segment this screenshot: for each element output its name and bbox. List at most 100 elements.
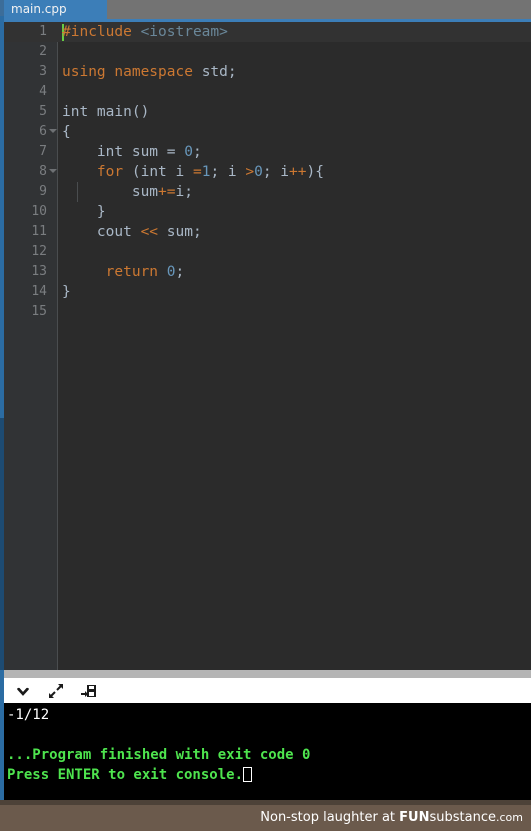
save-to-disk-icon[interactable] bbox=[80, 682, 98, 700]
code-line[interactable]: 6{ bbox=[4, 122, 531, 142]
code-line-text: cout << sum; bbox=[62, 222, 202, 242]
console-line: -1/12 bbox=[7, 705, 531, 725]
code-token: ; i bbox=[210, 164, 246, 180]
line-number: 14 bbox=[31, 284, 47, 299]
code-line[interactable]: 11 cout << sum; bbox=[4, 222, 531, 242]
line-number: 7 bbox=[39, 144, 47, 159]
code-token: ++ bbox=[289, 164, 307, 180]
panel-separator[interactable] bbox=[4, 670, 531, 678]
code-line-text: { bbox=[62, 122, 71, 142]
code-token: 0 bbox=[254, 164, 263, 180]
code-line-text: } bbox=[62, 202, 106, 222]
code-token: std; bbox=[192, 64, 237, 80]
line-number: 1 bbox=[39, 24, 47, 39]
code-line-text: sum+=i; bbox=[62, 182, 193, 202]
code-line-text: int sum = 0; bbox=[62, 142, 202, 162]
code-line[interactable]: 15 bbox=[4, 302, 531, 322]
code-token: (int i bbox=[123, 164, 193, 180]
code-line[interactable]: 14} bbox=[4, 282, 531, 302]
code-line[interactable]: 8 for (int i =1; i >0; i++){ bbox=[4, 162, 531, 182]
code-token: } bbox=[62, 284, 71, 300]
line-number: 12 bbox=[31, 244, 47, 259]
code-token: int main() bbox=[62, 104, 150, 120]
code-token: <iostream> bbox=[140, 24, 228, 40]
fold-arrow-icon[interactable] bbox=[49, 169, 57, 173]
code-line[interactable]: 4 bbox=[4, 82, 531, 102]
line-number: 15 bbox=[31, 304, 47, 319]
line-number: 5 bbox=[39, 104, 47, 119]
code-token: namespace bbox=[114, 64, 193, 80]
code-token: i; bbox=[175, 184, 193, 200]
watermark-banner: Non-stop laughter at FUNsubstance.com bbox=[0, 805, 531, 831]
line-number: 13 bbox=[31, 264, 47, 279]
console-toolbar bbox=[4, 678, 531, 703]
code-token: int sum = bbox=[62, 144, 185, 160]
code-token: = bbox=[192, 164, 202, 180]
code-token: > bbox=[245, 164, 255, 180]
code-token: return bbox=[105, 264, 159, 280]
ide-window: main.cpp 1 #include <iostream> 2 3 using nam… bbox=[0, 0, 531, 831]
code-line-text: int main() bbox=[62, 102, 149, 122]
code-line[interactable]: 13 return 0; bbox=[4, 262, 531, 282]
code-editor[interactable]: 1 #include <iostream> 2 3 using namespace st… bbox=[4, 19, 531, 670]
console-line: Press ENTER to exit console. bbox=[7, 765, 531, 785]
code-line[interactable]: 9 sum+=i; bbox=[4, 182, 531, 202]
code-token: ; i bbox=[262, 164, 290, 180]
code-token: << bbox=[140, 224, 159, 240]
code-lines: 1 #include <iostream> 2 3 using namespace st… bbox=[4, 22, 531, 322]
line-number: 9 bbox=[39, 184, 47, 199]
code-token: sum; bbox=[158, 224, 202, 240]
console-text: Press ENTER to exit console. bbox=[7, 767, 244, 783]
code-token: cout bbox=[62, 224, 141, 240]
code-token: } bbox=[62, 204, 106, 220]
code-line-text: return 0; bbox=[62, 262, 185, 282]
code-line[interactable]: 5 int main() bbox=[4, 102, 531, 122]
code-token: 0 bbox=[184, 144, 193, 160]
code-line[interactable]: 3 using namespace std; bbox=[4, 62, 531, 82]
console-line: ...Program finished with exit code 0 bbox=[7, 745, 531, 765]
code-token: ; bbox=[175, 264, 185, 280]
fold-arrow-icon[interactable] bbox=[49, 129, 57, 133]
line-number: 6 bbox=[39, 124, 47, 139]
watermark-suffix: .com bbox=[496, 811, 523, 824]
code-line[interactable]: 2 bbox=[4, 42, 531, 62]
expand-arrows-icon[interactable] bbox=[47, 682, 65, 700]
code-token: sum bbox=[62, 184, 159, 200]
code-line-text: } bbox=[62, 282, 71, 302]
code-line[interactable]: 10 } bbox=[4, 202, 531, 222]
line-number: 10 bbox=[31, 204, 47, 219]
code-line-text: #include <iostream> bbox=[62, 22, 228, 42]
console-output[interactable]: -1/12 ...Program finished with exit code … bbox=[4, 703, 531, 804]
watermark-brand-bold: FUN bbox=[399, 810, 430, 825]
watermark-prefix: Non-stop laughter at bbox=[260, 810, 400, 825]
code-token: using bbox=[62, 64, 106, 80]
code-token: 0 bbox=[166, 264, 176, 280]
code-token: ){ bbox=[306, 164, 324, 180]
line-number: 8 bbox=[39, 164, 47, 179]
line-number: 3 bbox=[39, 64, 47, 79]
code-token: #include bbox=[62, 24, 132, 40]
line-number: 2 bbox=[39, 44, 47, 59]
chevron-down-icon[interactable] bbox=[14, 682, 32, 700]
console-cursor bbox=[243, 767, 253, 782]
line-number: 4 bbox=[39, 84, 47, 99]
tab-main-cpp[interactable]: main.cpp bbox=[4, 0, 107, 19]
code-line[interactable]: 7 int sum = 0; bbox=[4, 142, 531, 162]
code-token: += bbox=[158, 184, 176, 200]
code-token: { bbox=[62, 124, 71, 140]
tab-bar: main.cpp bbox=[4, 0, 531, 19]
code-token: ; bbox=[192, 144, 202, 160]
console-text: -1/12 bbox=[7, 707, 50, 723]
code-line-text: for (int i =1; i >0; i++){ bbox=[62, 162, 324, 182]
watermark-brand-rest: substance bbox=[429, 810, 497, 825]
code-line[interactable]: 12 bbox=[4, 242, 531, 262]
code-line[interactable]: 1 #include <iostream> bbox=[4, 22, 531, 42]
code-line-text: using namespace std; bbox=[62, 62, 237, 82]
console-text: ...Program finished with exit code 0 bbox=[7, 747, 311, 763]
line-number: 11 bbox=[31, 224, 47, 239]
